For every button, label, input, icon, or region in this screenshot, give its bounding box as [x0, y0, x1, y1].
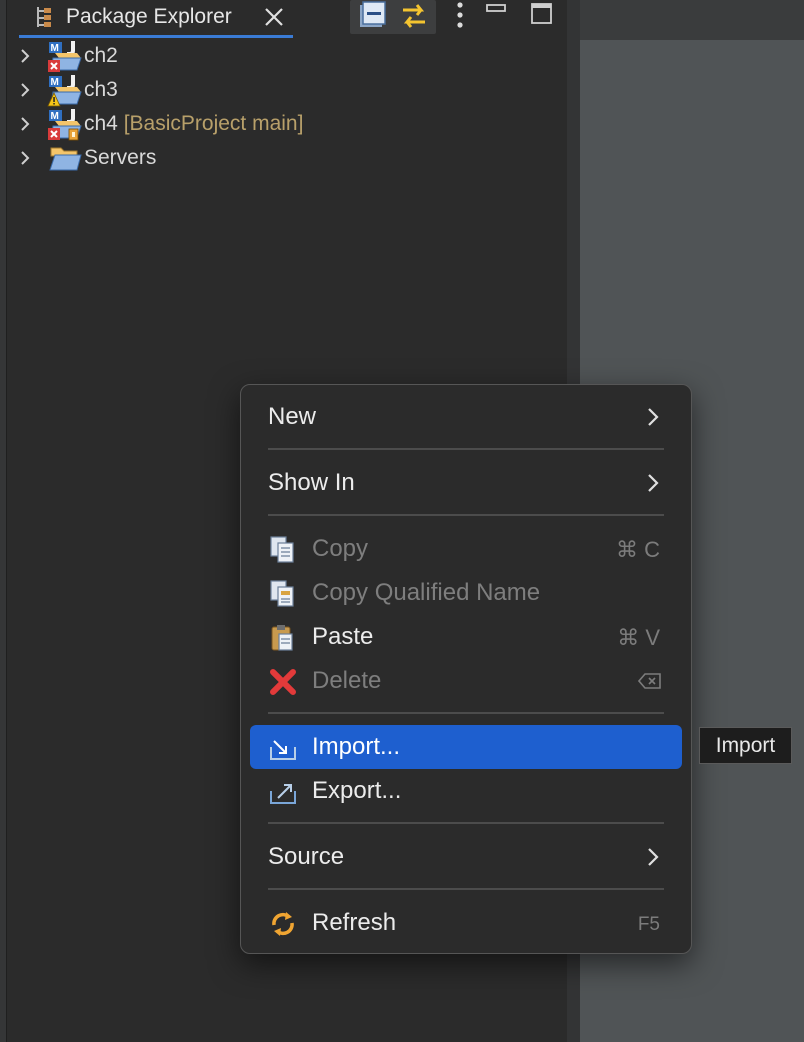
maven-java-project-error-icon: M	[48, 41, 82, 72]
chevron-right-icon	[648, 408, 659, 426]
minimize-icon[interactable]	[485, 0, 509, 34]
menu-item-label: Import...	[312, 733, 401, 760]
package-explorer-icon	[37, 7, 51, 27]
menu-item-label: Copy Qualified Name	[312, 579, 541, 606]
tab-package-explorer[interactable]: Package Explorer	[19, 0, 293, 36]
menu-item-refresh[interactable]: Refresh F5	[250, 901, 682, 945]
menu-separator	[268, 514, 664, 516]
copy-qualified-name-icon	[270, 580, 294, 607]
menu-item-label: Export...	[312, 777, 402, 804]
chevron-right-icon	[648, 848, 659, 866]
tree-item-ch4[interactable]: M ch4 [BasicProject main]	[7, 108, 547, 142]
menu-separator	[268, 712, 664, 714]
menu-item-show-in[interactable]: Show In	[250, 461, 682, 505]
menu-item-label: Source	[268, 843, 345, 870]
menu-separator	[268, 448, 664, 450]
chevron-right-icon[interactable]	[19, 48, 31, 64]
tab-title: Package Explorer	[66, 5, 232, 28]
shortcut-label: ⌘ C	[616, 537, 660, 562]
menu-item-label: Refresh	[312, 909, 397, 936]
svg-text:M: M	[51, 111, 59, 122]
refresh-icon	[272, 912, 294, 936]
menu-item-source[interactable]: Source	[250, 835, 682, 879]
view-menu-kebab-icon[interactable]	[449, 0, 471, 34]
tree-item-label: ch2	[84, 44, 118, 67]
tree-item-label: Servers	[84, 146, 157, 169]
tree-item-ch3[interactable]: M ch3	[7, 74, 547, 108]
menu-item-paste[interactable]: Paste ⌘ V	[250, 615, 682, 659]
menu-item-copy-qualified-name[interactable]: Copy Qualified Name	[250, 571, 682, 615]
view-tab-bar: Package Explorer	[7, 0, 567, 38]
svg-text:M: M	[51, 43, 59, 54]
link-with-editor-icon[interactable]	[397, 0, 431, 34]
menu-item-label: Copy	[312, 535, 369, 562]
export-icon	[270, 784, 296, 804]
menu-item-import[interactable]: Import...	[250, 725, 682, 769]
maven-java-project-git-error-icon: M	[48, 109, 82, 141]
tree-item-servers[interactable]: Servers	[7, 142, 547, 176]
menu-item-label: Delete	[312, 667, 382, 694]
maven-java-project-warning-icon: M	[47, 75, 82, 107]
tree-item-label: ch3	[84, 78, 118, 101]
chevron-right-icon[interactable]	[19, 150, 31, 166]
paste-icon	[271, 625, 293, 651]
git-branch-decoration: [BasicProject main]	[123, 112, 304, 135]
shortcut-label: ⌘ V	[617, 625, 660, 650]
menu-item-new[interactable]: New	[250, 395, 682, 439]
close-icon[interactable]	[263, 6, 285, 28]
menu-item-label: New	[268, 403, 317, 430]
collapse-all-icon[interactable]	[357, 0, 387, 34]
tooltip: Import	[699, 727, 792, 764]
menu-separator	[268, 888, 664, 890]
tree-item-label: ch4 [BasicProject main]	[84, 112, 304, 135]
chevron-right-icon[interactable]	[19, 116, 31, 132]
copy-icon	[270, 536, 294, 563]
delete-key-icon	[638, 673, 661, 689]
editor-area-header	[580, 0, 804, 40]
active-tab-indicator	[19, 35, 293, 38]
folder-icon	[49, 147, 82, 171]
menu-item-delete[interactable]: Delete	[250, 659, 682, 703]
menu-separator	[268, 822, 664, 824]
svg-text:M: M	[51, 77, 59, 88]
menu-item-label: Paste	[312, 623, 374, 650]
menu-item-copy[interactable]: Copy ⌘ C	[250, 527, 682, 571]
chevron-right-icon	[648, 474, 659, 492]
shortcut-label: F5	[637, 914, 660, 935]
menu-item-label: Show In	[268, 469, 355, 496]
menu-item-export[interactable]: Export...	[250, 769, 682, 813]
maximize-icon[interactable]	[529, 0, 555, 34]
context-menu: New Show In Copy ⌘ C Copy Qualified Name	[240, 384, 692, 954]
import-icon	[270, 740, 296, 760]
tree-item-ch2[interactable]: M ch2	[7, 40, 547, 74]
delete-icon	[270, 669, 296, 695]
chevron-right-icon[interactable]	[19, 82, 31, 98]
